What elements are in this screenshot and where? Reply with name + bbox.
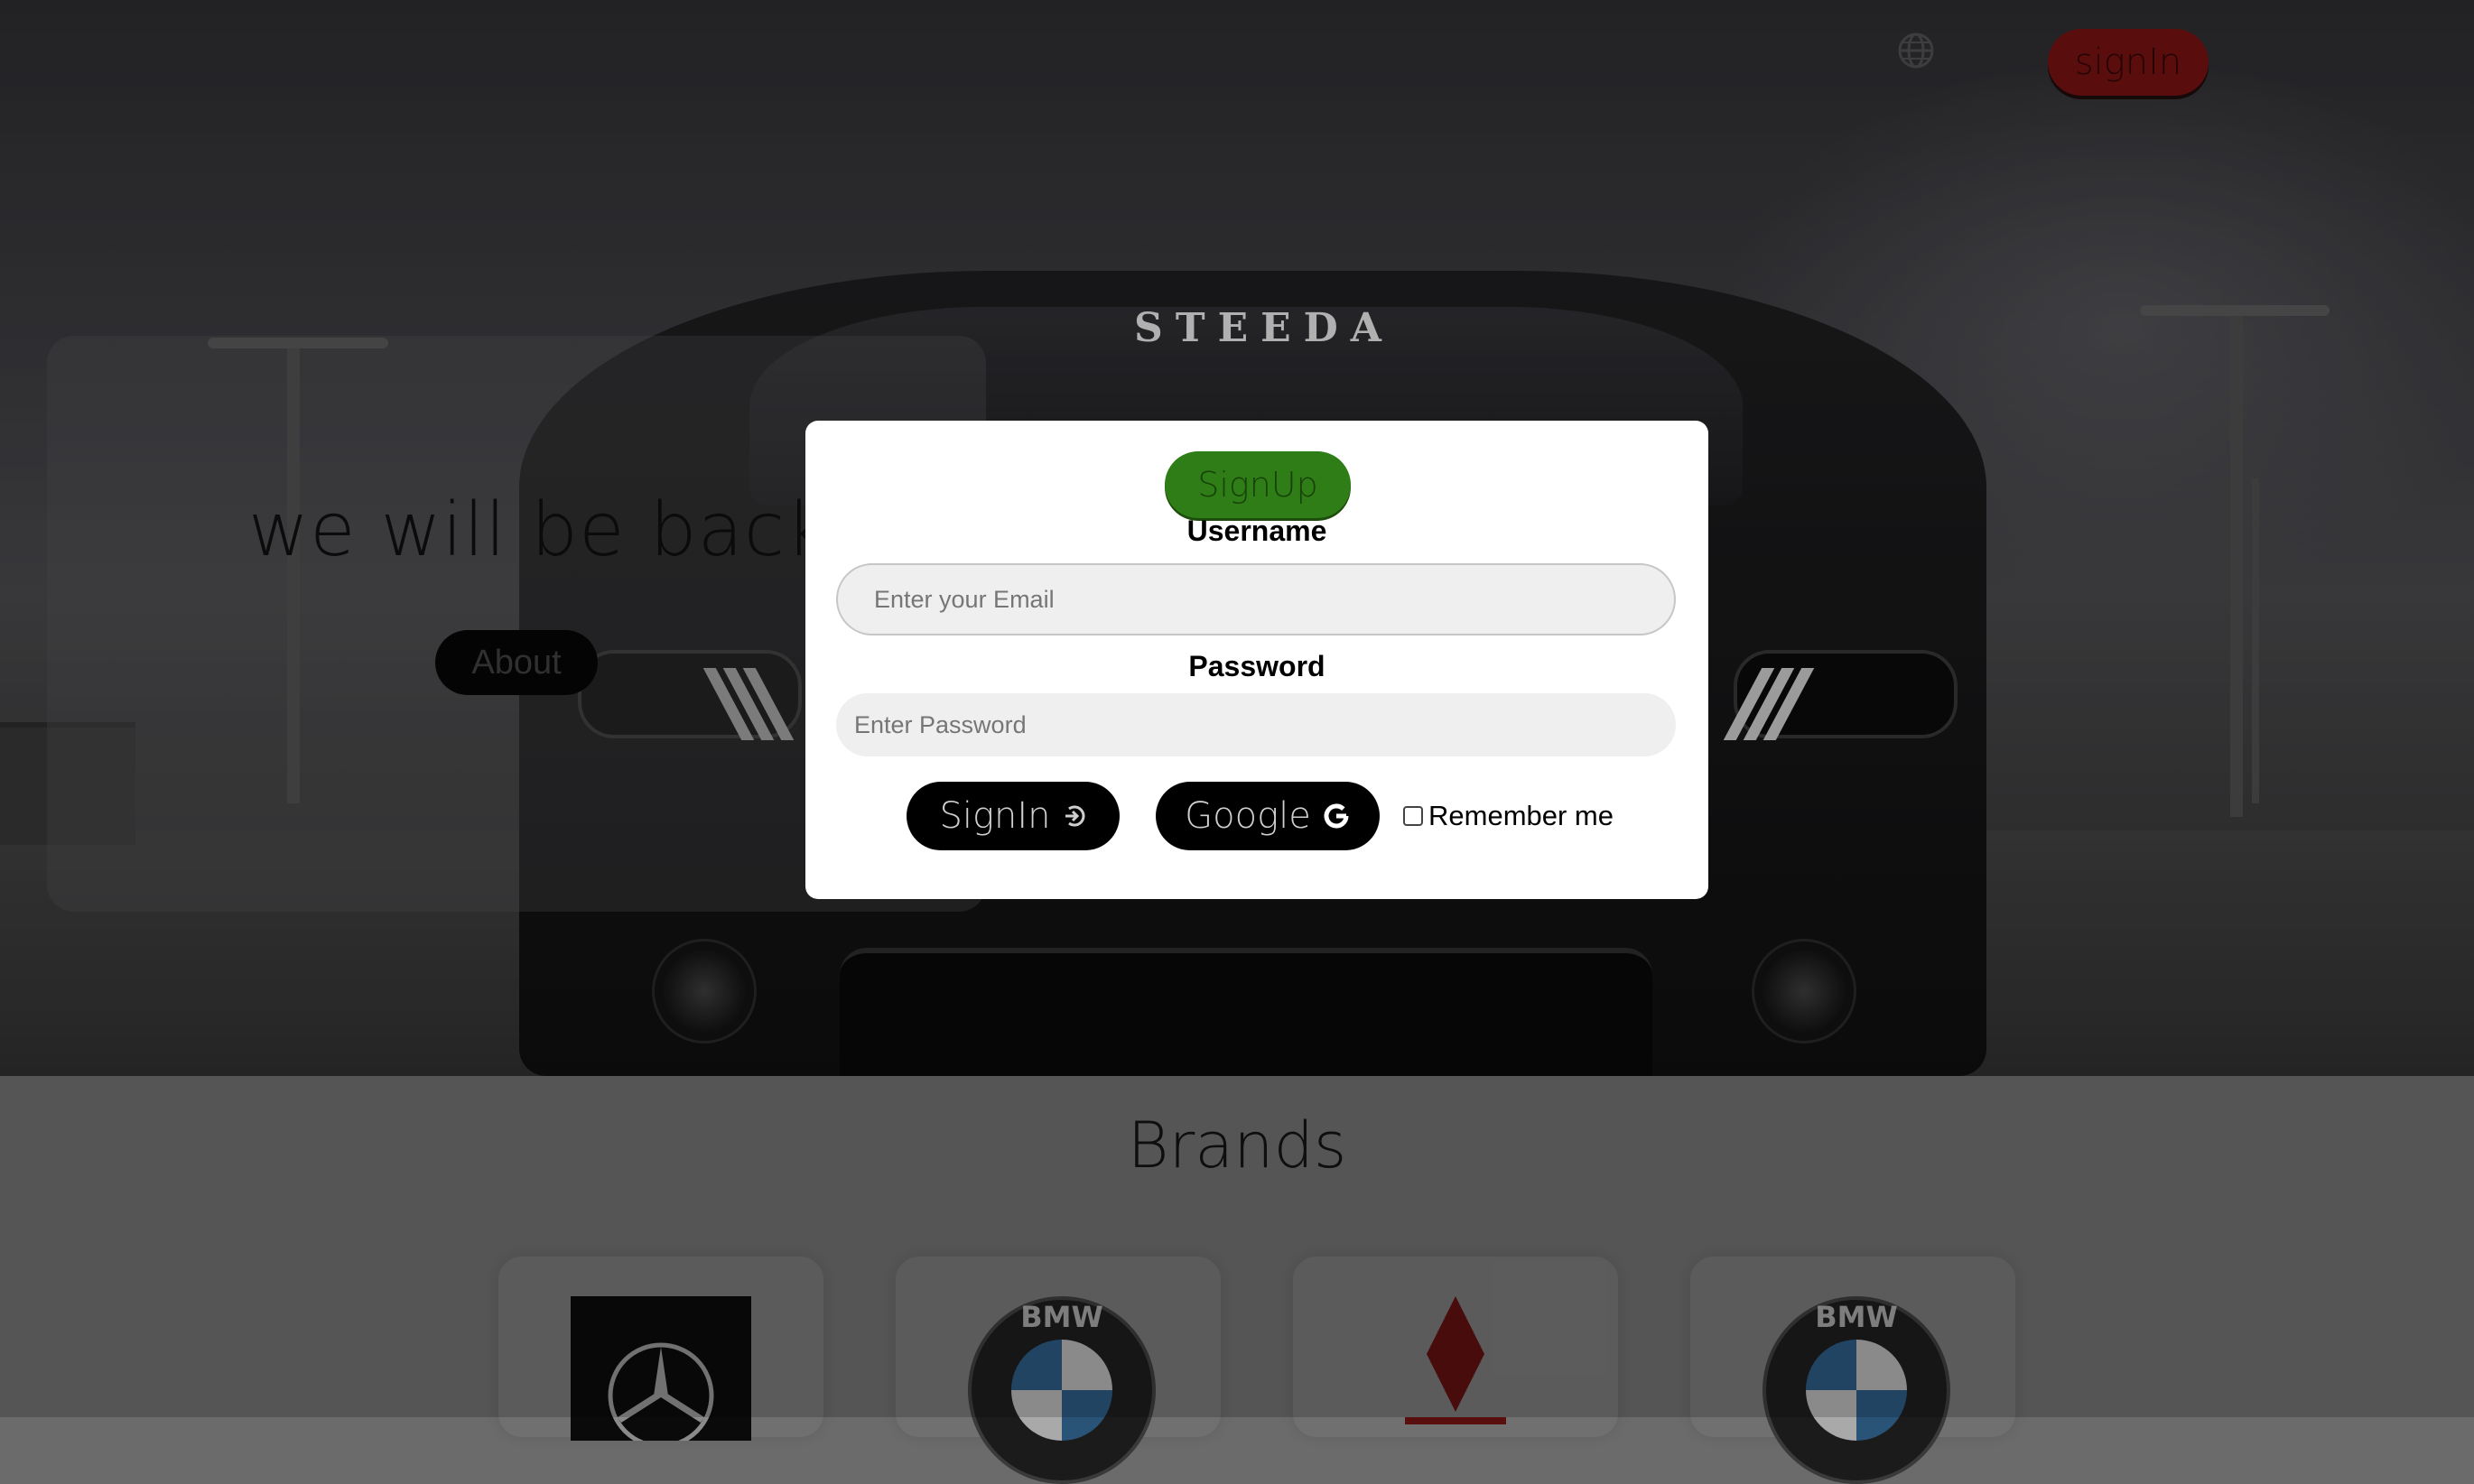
password-input[interactable] [836, 693, 1676, 756]
remember-label: Remember me [1428, 800, 1614, 831]
signin-button[interactable]: SignIn [907, 782, 1120, 850]
signin-modal: SignUp Username Password SignIn Google R… [805, 421, 1708, 899]
login-arrow-icon [1065, 805, 1084, 827]
username-label: Username [1186, 515, 1327, 547]
email-input[interactable] [836, 563, 1676, 635]
signup-button[interactable]: SignUp [1165, 451, 1351, 518]
remember-checkbox[interactable] [1403, 806, 1423, 826]
google-signin-button[interactable]: Google [1156, 782, 1380, 850]
signin-button-label: SignIn [939, 795, 1051, 837]
password-label: Password [1188, 650, 1325, 682]
google-g-icon [1324, 803, 1349, 829]
remember-me[interactable]: Remember me [1403, 800, 1614, 832]
google-button-label: Google [1185, 795, 1311, 837]
